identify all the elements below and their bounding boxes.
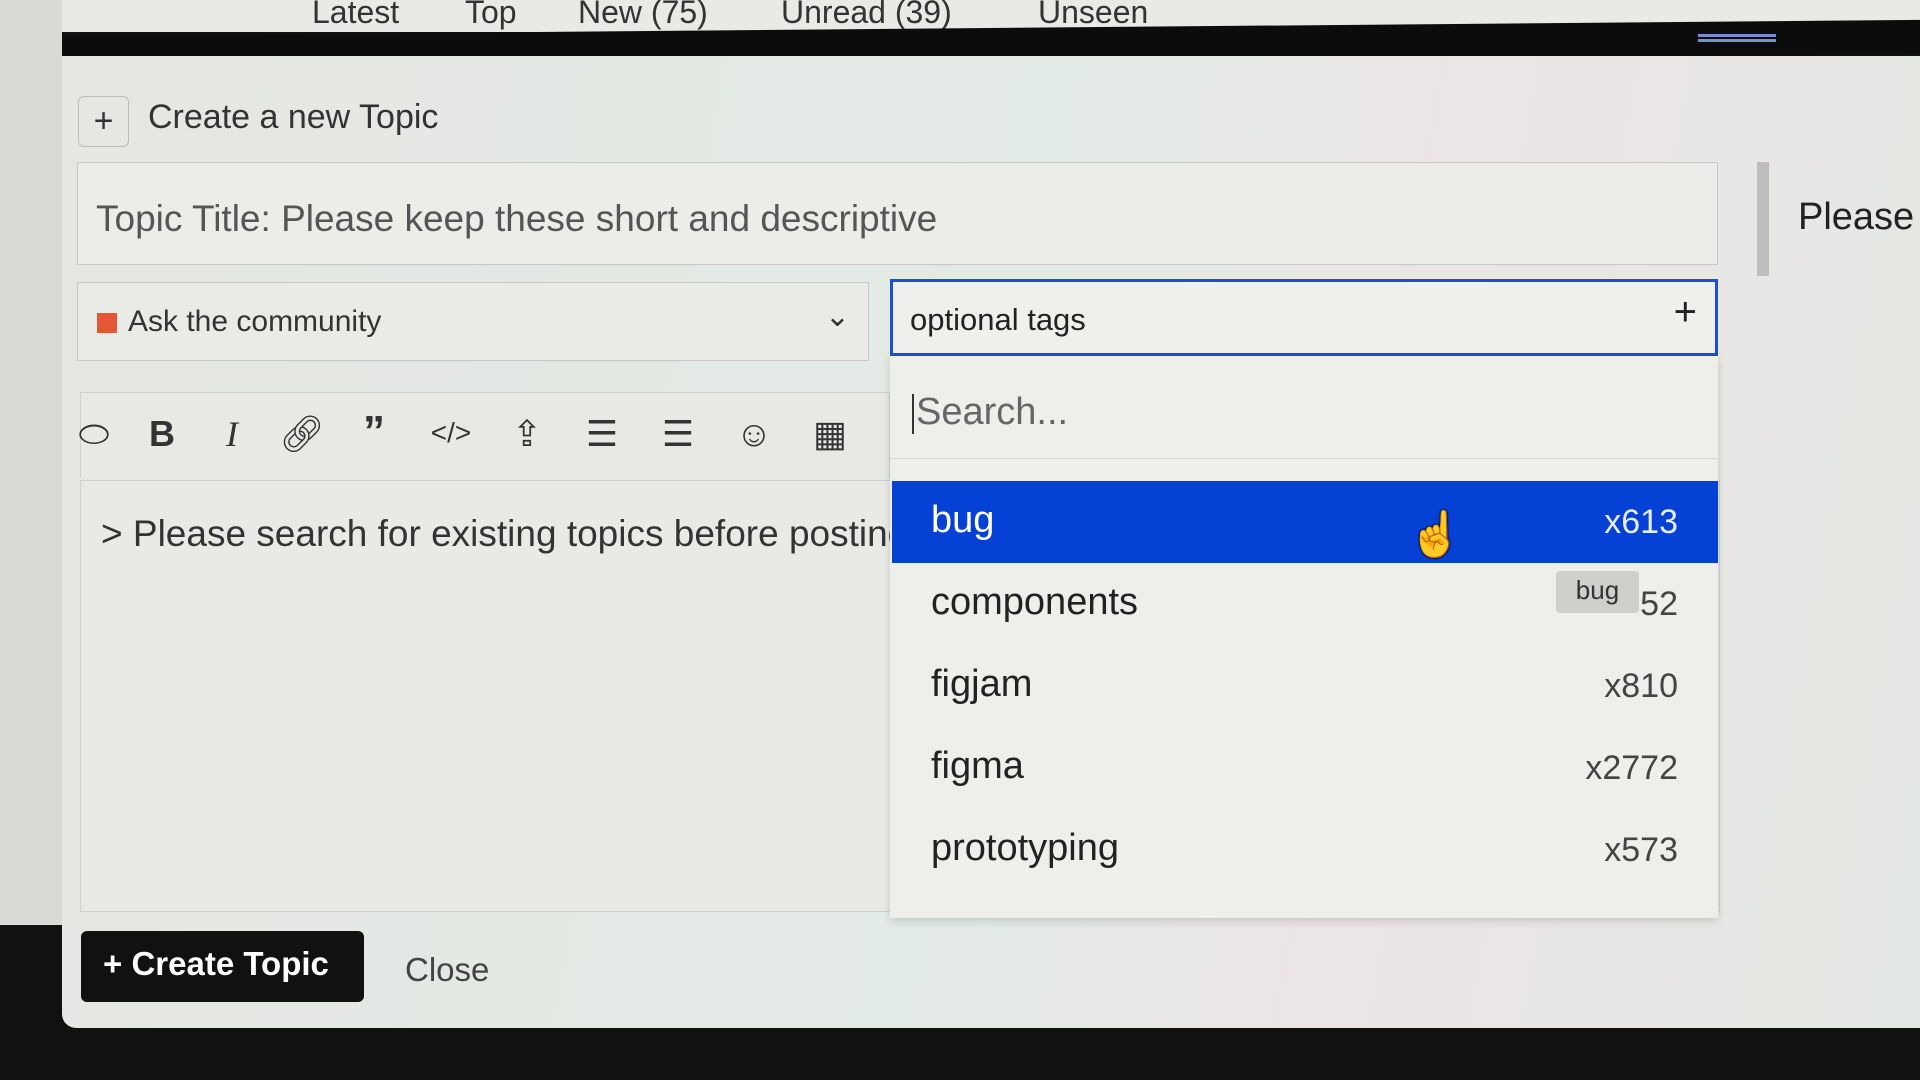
upload-icon[interactable]: ⇪ bbox=[502, 413, 552, 455]
create-topic-button[interactable]: + Create Topic bbox=[81, 931, 364, 1002]
tag-option-prototyping[interactable]: prototyping x573 bbox=[892, 809, 1718, 891]
calendar-icon[interactable]: ▦ bbox=[805, 413, 855, 455]
tag-count: x2772 bbox=[1585, 749, 1678, 787]
nav-latest[interactable]: Latest bbox=[312, 0, 399, 31]
nav-top[interactable]: Top bbox=[465, 0, 517, 31]
chevron-down-icon: ⌄ bbox=[824, 300, 850, 333]
blockquote-icon[interactable]: ” bbox=[349, 407, 399, 457]
italic-icon[interactable]: I bbox=[207, 413, 257, 455]
tag-option-figjam[interactable]: figjam x810 bbox=[892, 645, 1718, 727]
preview-divider bbox=[1757, 162, 1769, 276]
background-page-edge bbox=[0, 0, 62, 925]
topic-title-input[interactable]: Topic Title: Please keep these short and… bbox=[77, 162, 1718, 265]
bullet-list-icon[interactable]: ☰ bbox=[577, 413, 627, 455]
tags-dropdown: Search... bug x613 components 52 figjam x81… bbox=[890, 356, 1718, 918]
code-icon[interactable]: </> bbox=[426, 417, 476, 449]
tag-name: figma bbox=[931, 745, 1024, 787]
tag-option-bug[interactable]: bug x613 bbox=[892, 481, 1718, 563]
quote-bubble-icon[interactable]: ⬭ bbox=[69, 413, 119, 456]
create-topic-label: Create Topic bbox=[131, 945, 329, 982]
category-color-badge bbox=[97, 313, 117, 333]
composer-resize-grip[interactable] bbox=[1698, 34, 1776, 42]
tag-name: bug bbox=[931, 499, 995, 541]
tag-option-figma[interactable]: figma x2772 bbox=[892, 727, 1718, 809]
bold-icon[interactable]: B bbox=[137, 413, 187, 455]
editor-content: > Please search for existing topics befo… bbox=[101, 513, 909, 554]
plus-icon: + bbox=[1673, 290, 1697, 334]
numbered-list-icon[interactable]: ☰ bbox=[653, 413, 703, 455]
nav-new[interactable]: New (75) bbox=[578, 0, 708, 31]
composer-action-title: Create a new Topic bbox=[148, 98, 439, 136]
plus-icon[interactable]: + bbox=[78, 96, 129, 147]
tag-count: 52 bbox=[1640, 585, 1678, 623]
preview-text: Please bbox=[1798, 196, 1915, 238]
editor-toolbar: ⬭ B I 🔗︎ ” </> ⇪ ☰ ☰ ☺ ▦ bbox=[79, 392, 890, 478]
nav-unread[interactable]: Unread (39) bbox=[781, 0, 952, 31]
tags-placeholder: optional tags bbox=[910, 302, 1086, 337]
tags-search-input[interactable]: Search... bbox=[890, 356, 1718, 459]
tag-name: components bbox=[931, 581, 1139, 623]
tooltip: bug bbox=[1556, 571, 1639, 613]
tag-name: figjam bbox=[931, 663, 1033, 705]
tag-name: prototyping bbox=[931, 827, 1120, 869]
tag-count: x613 bbox=[1604, 503, 1678, 541]
tag-count: x573 bbox=[1604, 831, 1678, 869]
hand-cursor-icon: ☝ bbox=[1408, 510, 1463, 559]
category-label: Ask the community bbox=[128, 305, 382, 338]
close-button[interactable]: Close bbox=[405, 951, 489, 989]
tag-count: x810 bbox=[1604, 667, 1678, 705]
category-select[interactable]: Ask the community ⌄ bbox=[77, 282, 869, 361]
link-icon[interactable]: 🔗︎ bbox=[277, 413, 327, 455]
search-placeholder: Search... bbox=[916, 391, 1069, 433]
tags-select[interactable]: optional tags + bbox=[890, 279, 1718, 356]
emoji-icon[interactable]: ☺ bbox=[729, 413, 779, 455]
plus-icon: + bbox=[103, 945, 132, 982]
